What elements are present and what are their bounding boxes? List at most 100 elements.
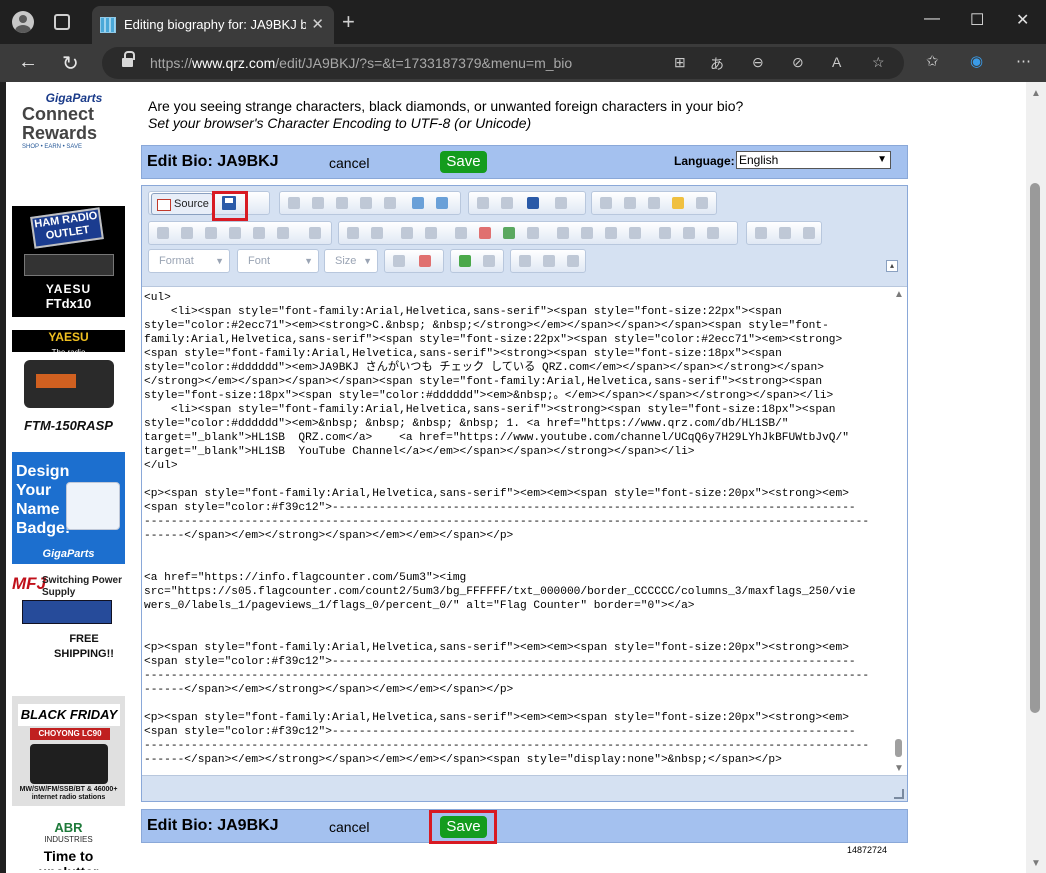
favorite-star-icon[interactable]: ☆ bbox=[872, 54, 885, 71]
paste-icon[interactable] bbox=[336, 197, 348, 209]
cut-icon[interactable] bbox=[288, 197, 300, 209]
source-textarea[interactable]: <ul> <li><span style="font-family:Arial,… bbox=[142, 286, 907, 776]
paste-word-icon[interactable] bbox=[384, 197, 396, 209]
special-char-icon[interactable] bbox=[696, 197, 708, 209]
bold-icon[interactable] bbox=[157, 227, 169, 239]
ad-brand-text: GigaParts bbox=[42, 548, 95, 560]
link-icon[interactable] bbox=[755, 227, 767, 239]
toolbar-group-links bbox=[746, 221, 822, 245]
div-icon[interactable] bbox=[479, 227, 491, 239]
ad-gigaparts-connect-rewards[interactable]: GigaParts Connect Rewards SHOP • EARN • … bbox=[22, 91, 126, 163]
maximize-icon[interactable]: ☐ bbox=[970, 10, 984, 30]
select-all-icon[interactable] bbox=[527, 197, 539, 209]
collapse-toolbar-icon[interactable]: ▴ bbox=[886, 260, 898, 272]
page-scrollbar[interactable]: ▲ ▼ bbox=[1026, 82, 1046, 873]
language-icon[interactable] bbox=[707, 227, 719, 239]
video-icon[interactable] bbox=[527, 227, 539, 239]
replace-icon[interactable] bbox=[501, 197, 513, 209]
ad-ham-radio-outlet[interactable]: HAM RADIO OUTLET YAESU FTdx10 bbox=[12, 206, 125, 317]
more-menu-icon[interactable]: ⋯ bbox=[1016, 52, 1031, 70]
favorites-icon[interactable]: ✩ bbox=[926, 52, 939, 70]
source-button[interactable]: Source bbox=[151, 193, 213, 215]
table-icon[interactable] bbox=[419, 255, 431, 267]
scroll-up-icon[interactable]: ▲ bbox=[894, 289, 904, 300]
ad-mfj-power-supply[interactable]: MFJ Switching Power Supply FREE SHIPPING… bbox=[12, 572, 125, 688]
resize-handle-icon[interactable] bbox=[894, 789, 904, 799]
emoji-icon[interactable] bbox=[672, 197, 684, 209]
font-combo[interactable]: Font ▼ bbox=[237, 249, 319, 273]
blockquote-icon[interactable] bbox=[455, 227, 467, 239]
redo-icon[interactable] bbox=[436, 197, 448, 209]
read-aloud-icon[interactable]: A bbox=[832, 54, 841, 70]
iframe-icon[interactable] bbox=[567, 255, 579, 267]
superscript-icon[interactable] bbox=[277, 227, 289, 239]
scroll-down-icon[interactable]: ▼ bbox=[1031, 858, 1041, 869]
close-window-icon[interactable]: ✕ bbox=[1016, 10, 1029, 30]
indent-icon[interactable] bbox=[425, 227, 437, 239]
radio-image bbox=[23, 360, 114, 408]
remove-format-icon[interactable] bbox=[309, 227, 321, 239]
page-scroll-thumb[interactable] bbox=[1030, 183, 1040, 713]
maximize-editor-icon[interactable] bbox=[459, 255, 471, 267]
text-rtl-icon[interactable] bbox=[683, 227, 695, 239]
spellcheck-icon[interactable] bbox=[555, 197, 567, 209]
app-available-icon[interactable]: ⊞ bbox=[674, 54, 686, 71]
encoding-hint: Set your browser's Character Encoding to… bbox=[148, 115, 532, 131]
ad-name-badge[interactable]: Design Your Name Badge! GigaParts bbox=[12, 452, 125, 564]
cancel-link[interactable]: cancel bbox=[329, 819, 369, 835]
tab-close-icon[interactable]: ✕ bbox=[311, 15, 324, 33]
tab-actions-icon[interactable] bbox=[54, 14, 70, 30]
back-icon[interactable]: ← bbox=[18, 51, 38, 74]
refresh-icon[interactable]: ↻ bbox=[62, 51, 79, 76]
align-justify-icon[interactable] bbox=[629, 227, 641, 239]
paste-text-icon[interactable] bbox=[360, 197, 372, 209]
highlight-save-icon bbox=[212, 191, 248, 221]
copy-icon[interactable] bbox=[312, 197, 324, 209]
browser-tab[interactable]: Editing biography for: JA9BKJ by Q ✕ bbox=[92, 6, 334, 44]
tracking-prevention-icon[interactable]: ⊘ bbox=[792, 54, 804, 71]
align-left-icon[interactable] bbox=[557, 227, 569, 239]
align-center-icon[interactable] bbox=[581, 227, 593, 239]
ad-yaesu-ftm150[interactable]: YAESU The radio FTM-150RASP bbox=[12, 330, 125, 440]
italic-icon[interactable] bbox=[181, 227, 193, 239]
format-combo[interactable]: Format ▼ bbox=[148, 249, 230, 273]
cancel-link[interactable]: cancel bbox=[329, 155, 369, 171]
textfield-icon[interactable] bbox=[648, 197, 660, 209]
minimize-icon[interactable]: — bbox=[924, 10, 940, 28]
ad-black-friday[interactable]: BLACK FRIDAY CHOYONG LC90 MW/SW/FM/SSB/B… bbox=[12, 696, 125, 806]
undo-icon[interactable] bbox=[412, 197, 424, 209]
unlink-icon[interactable] bbox=[779, 227, 791, 239]
toolbar-group-basic-styles bbox=[148, 221, 332, 245]
translate-icon[interactable]: あ bbox=[710, 54, 724, 74]
edge-copilot-icon[interactable]: ◉ bbox=[970, 52, 983, 70]
scroll-down-icon[interactable]: ▼ bbox=[894, 763, 904, 774]
scroll-up-icon[interactable]: ▲ bbox=[1031, 88, 1041, 99]
ad-abr-industries[interactable]: ABR INDUSTRIES Time to unclutter bbox=[12, 818, 125, 870]
profile-icon[interactable] bbox=[12, 11, 34, 33]
save-button[interactable]: Save bbox=[440, 151, 487, 173]
horizontal-rule-icon[interactable] bbox=[543, 255, 555, 267]
size-combo[interactable]: Size ▼ bbox=[324, 249, 378, 273]
image-icon[interactable] bbox=[519, 255, 531, 267]
outdent-icon[interactable] bbox=[401, 227, 413, 239]
source-scroll-thumb[interactable] bbox=[895, 739, 902, 757]
find-icon[interactable] bbox=[477, 197, 489, 209]
language-select[interactable]: English ▼ bbox=[736, 151, 891, 169]
underline-icon[interactable] bbox=[205, 227, 217, 239]
subscript-icon[interactable] bbox=[253, 227, 265, 239]
text-ltr-icon[interactable] bbox=[659, 227, 671, 239]
form-icon[interactable] bbox=[600, 197, 612, 209]
new-tab-icon[interactable]: + bbox=[342, 9, 355, 35]
checkbox-icon[interactable] bbox=[624, 197, 636, 209]
url-field[interactable]: https://www.qrz.com/edit/JA9BKJ/?s=&t=17… bbox=[102, 47, 904, 79]
source-scrollbar[interactable]: ▲ ▼ bbox=[890, 287, 907, 775]
strikethrough-icon[interactable] bbox=[229, 227, 241, 239]
zoom-out-icon[interactable]: ⊖ bbox=[752, 54, 764, 71]
show-blocks-icon[interactable] bbox=[483, 255, 495, 267]
numbered-list-icon[interactable] bbox=[347, 227, 359, 239]
align-right-icon[interactable] bbox=[605, 227, 617, 239]
table-style-icon[interactable] bbox=[393, 255, 405, 267]
flash-icon[interactable] bbox=[503, 227, 515, 239]
anchor-icon[interactable] bbox=[803, 227, 815, 239]
bulleted-list-icon[interactable] bbox=[371, 227, 383, 239]
